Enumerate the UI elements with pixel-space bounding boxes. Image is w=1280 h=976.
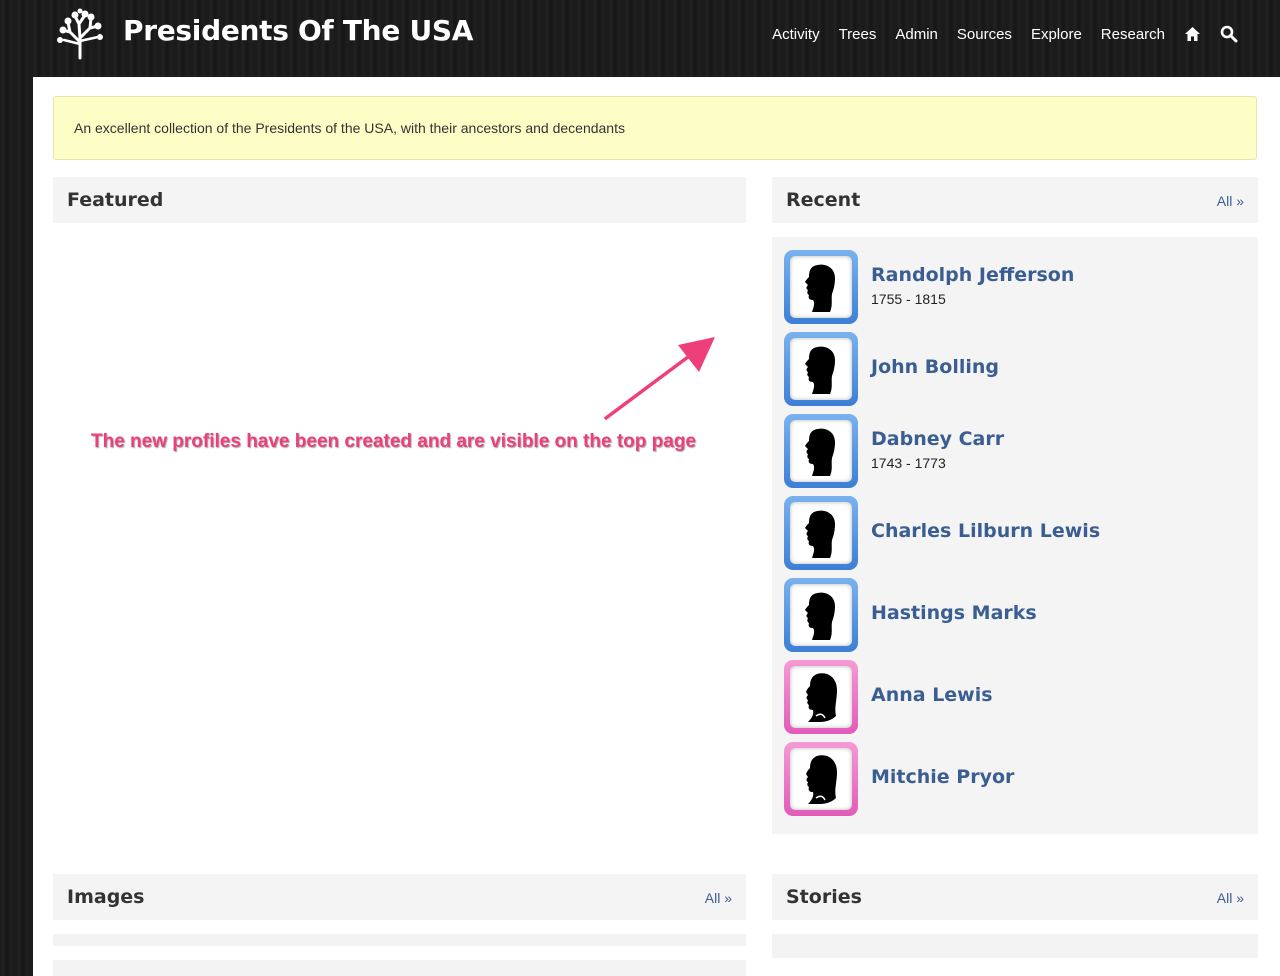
- person-dates: 1755 - 1815: [871, 291, 946, 307]
- person-dates: 1743 - 1773: [871, 455, 946, 471]
- tree-description-notice: An excellent collection of the President…: [53, 96, 1257, 160]
- recent-section-header: Recent All »: [772, 177, 1258, 223]
- avatar[interactable]: [784, 414, 858, 488]
- stories-placeholder-row: [772, 934, 1258, 958]
- male-silhouette-icon: [805, 592, 835, 640]
- list-item[interactable]: Randolph Jefferson 1755 - 1815: [784, 250, 1244, 324]
- recent-all-link[interactable]: All »: [1217, 193, 1244, 209]
- male-silhouette-icon: [805, 346, 835, 394]
- stories-all-link[interactable]: All »: [1217, 890, 1244, 906]
- stories-section-header: Stories All »: [772, 874, 1258, 920]
- person-name[interactable]: Charles Lilburn Lewis: [871, 520, 1100, 542]
- list-item[interactable]: Mitchie Pryor: [784, 742, 1244, 816]
- main-nav: Activity Trees Admin Sources Explore Res…: [753, 22, 1238, 46]
- avatar[interactable]: [784, 742, 858, 816]
- annotation-text: The new profiles have been created and a…: [91, 431, 696, 452]
- nav-admin[interactable]: Admin: [895, 26, 938, 43]
- annotation-arrow-icon: [604, 337, 715, 420]
- avatar[interactable]: [784, 496, 858, 570]
- person-name[interactable]: Anna Lewis: [871, 684, 993, 706]
- tree-icon[interactable]: [55, 8, 105, 60]
- avatar[interactable]: [784, 332, 858, 406]
- images-title: Images: [67, 886, 145, 908]
- images-placeholder-row: [53, 960, 746, 976]
- person-name[interactable]: Dabney Carr: [871, 428, 1004, 450]
- nav-research[interactable]: Research: [1101, 26, 1165, 43]
- nav-sources[interactable]: Sources: [957, 26, 1012, 43]
- list-item[interactable]: Dabney Carr 1743 - 1773: [784, 414, 1244, 488]
- list-item[interactable]: John Bolling: [784, 332, 1244, 406]
- male-silhouette-icon: [805, 510, 835, 558]
- featured-section-header: Featured: [53, 177, 746, 223]
- recent-title: Recent: [786, 189, 861, 211]
- stories-title: Stories: [786, 886, 862, 908]
- notice-text: An excellent collection of the President…: [74, 120, 625, 136]
- male-silhouette-icon: [805, 264, 835, 312]
- female-silhouette-icon: [806, 673, 837, 722]
- featured-title: Featured: [67, 189, 164, 211]
- home-icon[interactable]: [1184, 26, 1201, 42]
- male-silhouette-icon: [805, 428, 835, 476]
- nav-activity[interactable]: Activity: [772, 26, 820, 43]
- nav-explore[interactable]: Explore: [1031, 26, 1082, 43]
- list-item[interactable]: Hastings Marks: [784, 578, 1244, 652]
- person-name[interactable]: Randolph Jefferson: [871, 264, 1074, 286]
- search-icon[interactable]: [1220, 25, 1238, 43]
- female-silhouette-icon: [806, 755, 837, 804]
- recent-list: Randolph Jefferson 1755 - 1815 John Boll…: [772, 237, 1258, 834]
- avatar[interactable]: [784, 578, 858, 652]
- nav-trees[interactable]: Trees: [839, 26, 877, 43]
- avatar[interactable]: [784, 660, 858, 734]
- person-name[interactable]: Hastings Marks: [871, 602, 1037, 624]
- site-header: Presidents Of The USA Activity Trees Adm…: [0, 0, 1280, 76]
- list-item[interactable]: Charles Lilburn Lewis: [784, 496, 1244, 570]
- person-name[interactable]: John Bolling: [871, 356, 999, 378]
- person-name[interactable]: Mitchie Pryor: [871, 766, 1014, 788]
- avatar[interactable]: [784, 250, 858, 324]
- main-content: An excellent collection of the President…: [33, 77, 1280, 976]
- images-all-link[interactable]: All »: [705, 890, 732, 906]
- images-section-header: Images All »: [53, 874, 746, 920]
- site-title[interactable]: Presidents Of The USA: [123, 14, 473, 47]
- list-item[interactable]: Anna Lewis: [784, 660, 1244, 734]
- images-placeholder-row: [53, 934, 746, 946]
